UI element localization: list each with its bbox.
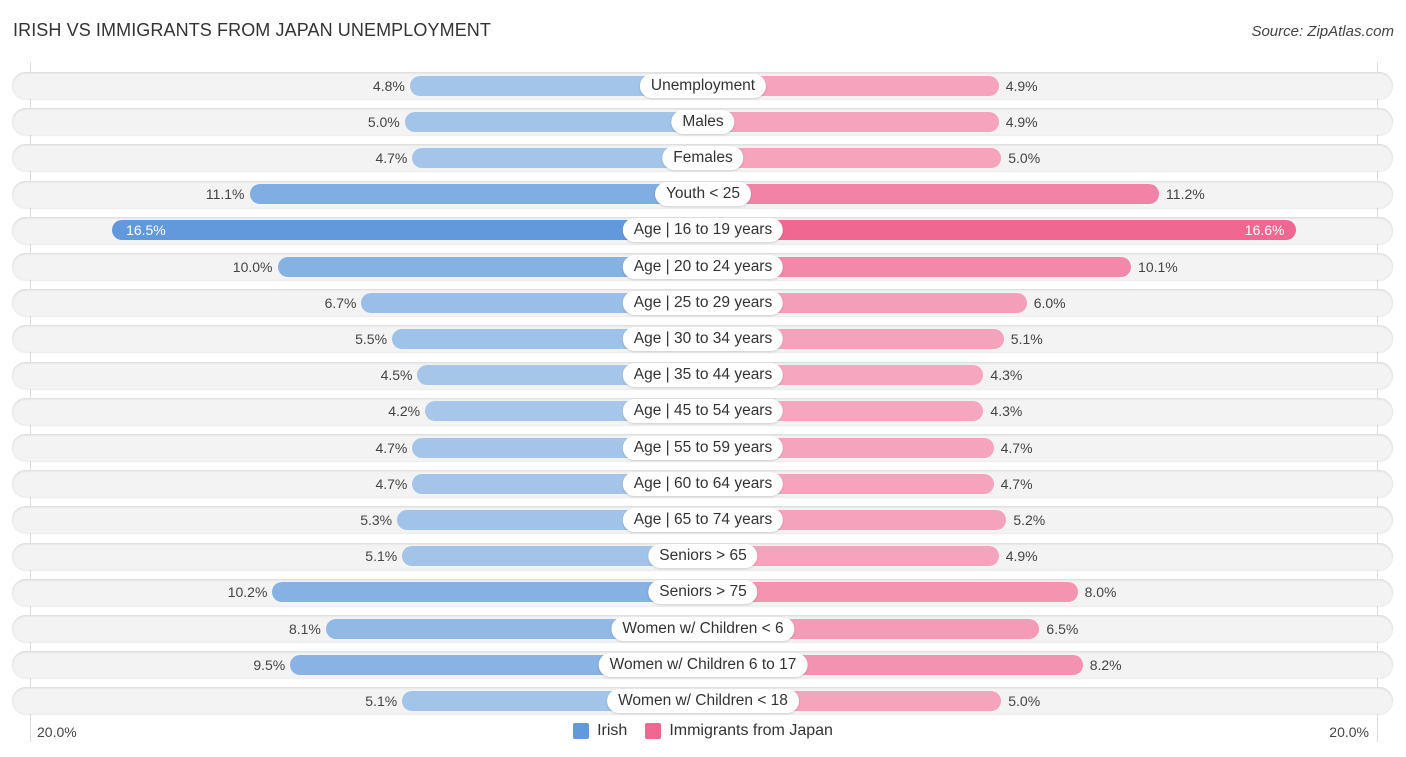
value-label-irish: 4.7% <box>375 149 408 166</box>
chart-title: IRISH VS IMMIGRANTS FROM JAPAN UNEMPLOYM… <box>13 20 492 40</box>
legend: Irish Immigrants from Japan <box>0 722 1406 740</box>
value-label-japan: 16.6% <box>1244 222 1285 239</box>
value-label-japan: 4.9% <box>1005 77 1038 94</box>
value-label-irish: 5.3% <box>360 511 393 528</box>
value-label-irish: 9.5% <box>253 656 286 673</box>
category-label: Seniors > 75 <box>648 580 758 605</box>
category-label: Age | 16 to 19 years <box>622 218 784 243</box>
category-label: Women w/ Children 6 to 17 <box>598 652 808 677</box>
category-label: Age | 65 to 74 years <box>622 507 784 532</box>
source-credit: Source: ZipAtlas.com <box>1251 23 1394 40</box>
value-label-irish: 6.7% <box>324 294 357 311</box>
value-label-japan: 4.3% <box>990 403 1023 420</box>
category-label: Age | 55 to 59 years <box>622 435 784 460</box>
value-label-irish: 10.0% <box>232 258 273 275</box>
category-label: Seniors > 65 <box>648 544 758 569</box>
bar-irish[interactable] <box>412 147 703 168</box>
value-label-irish: 4.2% <box>388 403 421 420</box>
value-label-irish: 5.0% <box>367 113 400 130</box>
legend-swatch-irish <box>573 723 590 739</box>
category-label: Age | 30 to 34 years <box>622 326 784 351</box>
value-label-japan: 4.9% <box>1005 548 1038 565</box>
value-label-japan: 8.0% <box>1084 584 1117 601</box>
value-label-irish: 4.7% <box>375 439 408 456</box>
value-label-japan: 5.2% <box>1013 511 1046 528</box>
bar-japan[interactable] <box>703 582 1078 603</box>
bar-japan[interactable] <box>703 147 1002 168</box>
value-label-japan: 11.2% <box>1166 186 1205 203</box>
value-label-irish: 5.1% <box>365 692 398 709</box>
bar-japan[interactable] <box>703 184 1160 205</box>
value-label-irish: 5.5% <box>355 330 388 347</box>
value-label-irish: 5.1% <box>365 548 398 565</box>
category-label: Women w/ Children < 6 <box>611 616 795 641</box>
value-label-japan: 8.2% <box>1089 656 1122 673</box>
bar-irish[interactable] <box>272 582 703 603</box>
category-label: Age | 35 to 44 years <box>622 363 784 388</box>
value-label-japan: 4.9% <box>1005 113 1038 130</box>
legend-item-japan[interactable]: Immigrants from Japan <box>645 722 833 740</box>
category-label: Age | 60 to 64 years <box>622 471 784 496</box>
legend-item-irish[interactable]: Irish <box>573 722 627 740</box>
value-label-japan: 5.1% <box>1010 330 1043 347</box>
category-label: Males <box>671 109 735 134</box>
legend-label-japan: Immigrants from Japan <box>669 722 833 739</box>
legend-label-irish: Irish <box>597 722 628 739</box>
category-label: Age | 25 to 29 years <box>622 290 784 315</box>
bar-irish[interactable] <box>112 220 703 241</box>
value-label-irish: 16.5% <box>126 222 166 239</box>
value-label-japan: 6.5% <box>1046 620 1079 637</box>
category-label: Women w/ Children < 18 <box>607 688 799 713</box>
category-label: Unemployment <box>639 73 767 98</box>
value-label-irish: 4.7% <box>375 475 408 492</box>
value-label-japan: 5.0% <box>1008 149 1041 166</box>
value-label-irish: 10.2% <box>227 584 268 601</box>
value-label-irish: 8.1% <box>288 620 321 637</box>
value-label-japan: 5.0% <box>1008 692 1041 709</box>
value-label-japan: 4.7% <box>1000 439 1033 456</box>
value-label-irish: 11.1% <box>205 186 245 203</box>
category-label: Age | 20 to 24 years <box>622 254 784 279</box>
value-label-japan: 4.7% <box>1000 475 1033 492</box>
bar-irish[interactable] <box>249 184 703 205</box>
value-label-irish: 4.5% <box>380 367 413 384</box>
value-label-japan: 10.1% <box>1138 258 1178 275</box>
category-label: Age | 45 to 54 years <box>622 399 784 424</box>
category-label: Youth < 25 <box>655 182 751 207</box>
category-label: Females <box>662 145 744 170</box>
bar-japan[interactable] <box>703 220 1297 241</box>
value-label-japan: 4.3% <box>990 367 1023 384</box>
value-label-irish: 4.8% <box>372 77 405 94</box>
bar-irish[interactable] <box>404 111 703 132</box>
legend-swatch-japan <box>645 723 662 739</box>
bar-japan[interactable] <box>703 111 999 132</box>
value-label-japan: 6.0% <box>1033 294 1066 311</box>
